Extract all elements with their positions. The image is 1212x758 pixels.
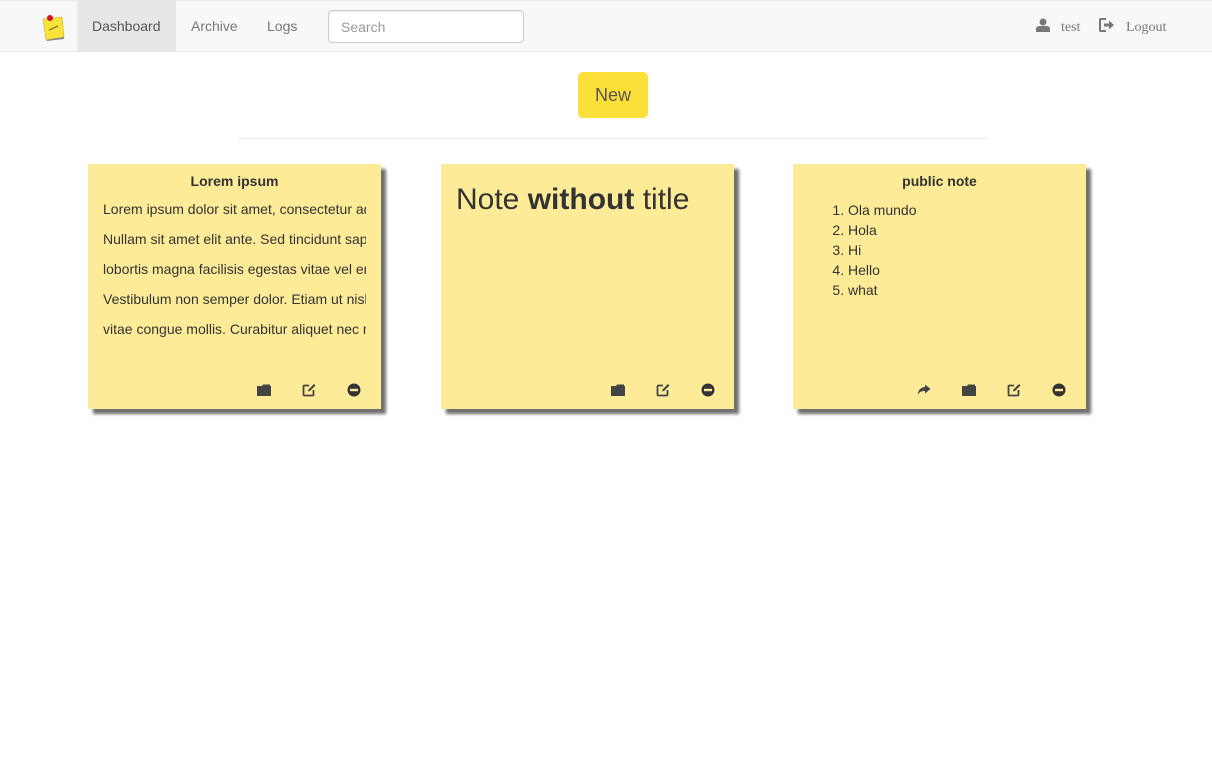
user-name: test <box>1061 20 1081 35</box>
note-card[interactable]: Note without title <box>441 164 734 409</box>
delete-icon[interactable] <box>1052 383 1066 397</box>
user-link[interactable]: test <box>1036 1 1080 51</box>
note-actions <box>257 383 367 399</box>
navbar: Dashboard Archive Logs test Logout <box>0 0 1212 52</box>
nav-logs[interactable]: Logs <box>252 1 312 51</box>
logout-icon <box>1099 17 1114 32</box>
archive-icon[interactable] <box>257 383 271 397</box>
note-actions <box>611 383 721 399</box>
note-heading-text: title <box>634 183 690 216</box>
note-actions <box>917 383 1072 399</box>
note-body: Lorem ipsum dolor sit amet, consectetur … <box>103 194 366 344</box>
logout-label: Logout <box>1126 20 1167 35</box>
delete-icon[interactable] <box>347 383 361 397</box>
list-item: what <box>848 280 916 300</box>
nav-archive[interactable]: Archive <box>176 1 253 51</box>
note-list: Ola mundo Hola Hi Hello what <box>848 200 916 300</box>
list-item: Ola mundo <box>848 200 916 220</box>
note-title: public note <box>902 173 977 189</box>
edit-icon[interactable] <box>1007 383 1021 397</box>
note-heading-text: Note <box>456 183 528 216</box>
sticky-note-logo-icon[interactable] <box>40 13 66 41</box>
user-icon <box>1036 18 1050 32</box>
note-line: Lorem ipsum dolor sit amet, consectetur … <box>103 201 366 217</box>
note-line: lobortis magna facilisis egestas vitae v… <box>103 261 366 277</box>
note-line: Nullam sit amet elit ante. Sed tincidunt… <box>103 231 366 247</box>
note-card[interactable]: Lorem ipsum Lorem ipsum dolor sit amet, … <box>88 164 381 409</box>
list-item: Hi <box>848 240 916 260</box>
share-icon[interactable] <box>917 383 931 397</box>
note-title: Lorem ipsum <box>190 173 279 189</box>
list-item: Hello <box>848 260 916 280</box>
note-card[interactable]: public note Ola mundo Hola Hi Hello what <box>793 164 1086 409</box>
delete-icon[interactable] <box>701 383 715 397</box>
logout-link[interactable]: Logout <box>1099 1 1166 51</box>
archive-icon[interactable] <box>611 383 625 397</box>
search-input[interactable] <box>328 10 524 43</box>
note-line: Vestibulum non semper dolor. Etiam ut ni… <box>103 291 366 307</box>
note-heading-bold: without <box>527 183 635 216</box>
new-note-button[interactable]: New <box>578 72 648 118</box>
edit-icon[interactable] <box>656 383 670 397</box>
list-item: Hola <box>848 220 916 240</box>
nav-dashboard[interactable]: Dashboard <box>77 1 176 51</box>
archive-icon[interactable] <box>962 383 976 397</box>
note-heading: Note without title <box>456 182 689 218</box>
edit-icon[interactable] <box>302 383 316 397</box>
note-line: vitae congue mollis. Curabitur aliquet n… <box>103 321 366 337</box>
divider <box>238 138 988 139</box>
